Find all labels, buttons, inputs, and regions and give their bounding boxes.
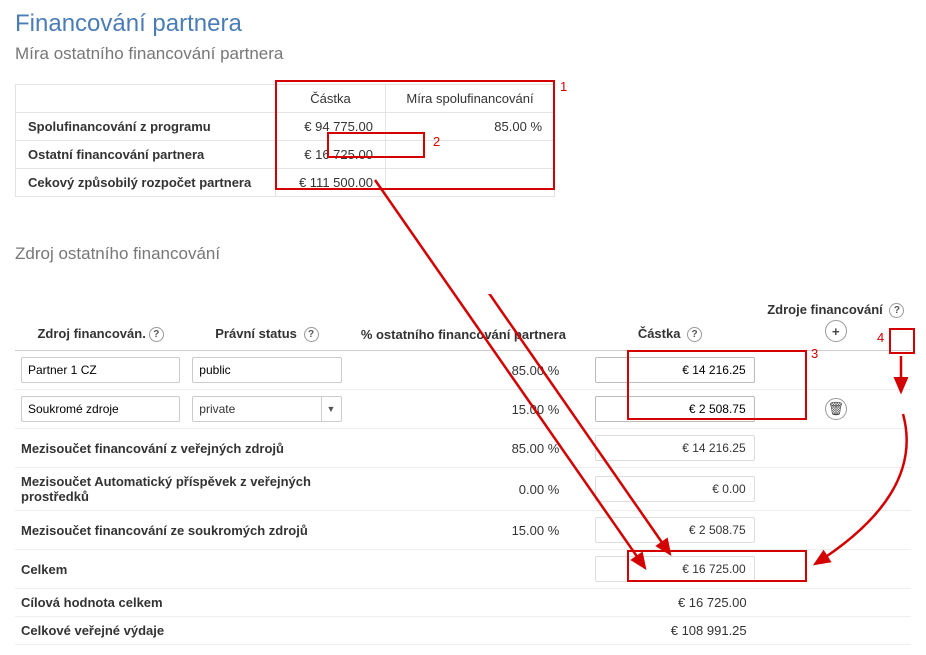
- subtotal-label: Mezisoučet financování ze soukromých zdr…: [15, 511, 348, 550]
- trash-icon: 🗑: [828, 401, 845, 417]
- delete-row-button[interactable]: 🗑: [825, 398, 847, 420]
- source-row: private ▼ 15.00 % 🗑: [15, 390, 911, 429]
- summary-row-amount: € 111 500.00: [276, 169, 386, 197]
- subtotal-amount: € 0.00: [595, 476, 755, 502]
- subtotal-row: Mezisoučet financování ze soukromých zdr…: [15, 511, 911, 550]
- source-amount-input[interactable]: [595, 396, 755, 422]
- sources-col-legal: Právní status ?: [186, 294, 347, 351]
- sources-table: Zdroj financován.? Právní status ? % ost…: [15, 294, 911, 645]
- total-amount: € 16 725.00: [595, 556, 755, 582]
- summary-col-amount: Částka: [276, 85, 386, 113]
- source-row: 85.00 %: [15, 351, 911, 390]
- plus-icon: +: [832, 324, 840, 339]
- summary-table: Částka Míra spolufinancování Spolufinanc…: [15, 84, 555, 197]
- total-label: Celkové veřejné výdaje: [15, 617, 348, 645]
- total-row: Cílová hodnota celkem € 16 725.00: [15, 589, 911, 617]
- legal-status-select[interactable]: private ▼: [192, 396, 341, 422]
- legal-status-input[interactable]: [192, 357, 341, 383]
- subtotal-amount: € 14 216.25: [595, 435, 755, 461]
- total-row: Celkové veřejné výdaje € 108 991.25: [15, 617, 911, 645]
- source-pct: 15.00 %: [348, 390, 580, 429]
- source-amount-input[interactable]: [595, 357, 755, 383]
- subtotal-amount: € 2 508.75: [595, 517, 755, 543]
- add-row-button[interactable]: +: [825, 320, 847, 342]
- legal-status-value: private: [193, 397, 320, 421]
- summary-row-amount: € 16 725.00: [276, 141, 386, 169]
- page-title: Financování partnera: [15, 10, 911, 38]
- summary-row-rate: 85.00 %: [385, 113, 554, 141]
- total-label: Celkem: [15, 550, 348, 589]
- sources-col-actions: Zdroje financování ? +: [761, 294, 911, 351]
- col-res-text: Zdroje financování: [767, 302, 883, 317]
- source-name-input[interactable]: [21, 357, 180, 383]
- col-legal-text: Právní status: [215, 326, 297, 341]
- total-amount: € 16 725.00: [579, 589, 760, 617]
- section-subtitle-2: Zdroj ostatního financování: [15, 244, 911, 264]
- subtotal-pct: 85.00 %: [348, 429, 580, 468]
- total-label: Cílová hodnota celkem: [15, 589, 348, 617]
- subtotal-pct: 0.00 %: [348, 468, 580, 511]
- summary-row-label: Cekový způsobilý rozpočet partnera: [16, 169, 276, 197]
- total-row: Celkem € 16 725.00: [15, 550, 911, 589]
- total-amount: € 108 991.25: [579, 617, 760, 645]
- chevron-down-icon: ▼: [321, 397, 341, 421]
- summary-row-label: Ostatní financování partnera: [16, 141, 276, 169]
- help-icon[interactable]: ?: [149, 327, 164, 342]
- subtotal-label: Mezisoučet financování z veřejných zdroj…: [15, 429, 348, 468]
- summary-row-label: Spolufinancování z programu: [16, 113, 276, 141]
- col-source-text: Zdroj financován.: [37, 326, 145, 341]
- source-name-input[interactable]: [21, 396, 180, 422]
- help-icon[interactable]: ?: [889, 303, 904, 318]
- summary-row-amount: € 94 775.00: [276, 113, 386, 141]
- source-pct: 85.00 %: [348, 351, 580, 390]
- annotation-number-1: 1: [560, 79, 567, 94]
- sources-col-source: Zdroj financován.?: [15, 294, 186, 351]
- subtotal-label: Mezisoučet Automatický příspěvek z veřej…: [15, 468, 348, 511]
- sources-col-pct: % ostatního financování partnera: [348, 294, 580, 351]
- subtotal-pct: 15.00 %: [348, 511, 580, 550]
- help-icon[interactable]: ?: [687, 327, 702, 342]
- help-icon[interactable]: ?: [304, 327, 319, 342]
- summary-row-rate: [385, 141, 554, 169]
- section-subtitle-1: Míra ostatního financování partnera: [15, 44, 911, 64]
- subtotal-row: Mezisoučet financování z veřejných zdroj…: [15, 429, 911, 468]
- subtotal-row: Mezisoučet Automatický příspěvek z veřej…: [15, 468, 911, 511]
- summary-row-rate: [385, 169, 554, 197]
- summary-empty-header: [16, 85, 276, 113]
- sources-col-amount: Částka ?: [579, 294, 760, 351]
- col-amt-text: Částka: [638, 326, 681, 341]
- summary-col-rate: Míra spolufinancování: [385, 85, 554, 113]
